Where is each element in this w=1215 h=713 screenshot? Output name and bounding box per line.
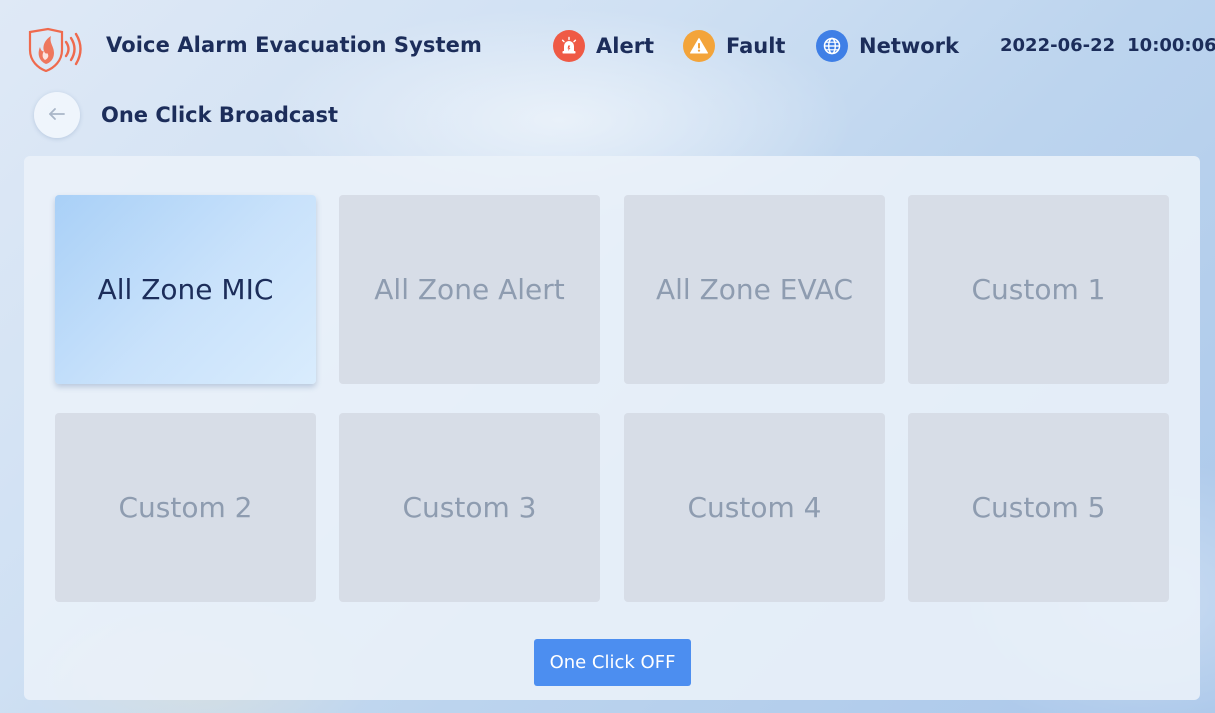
date-label: 2022-06-22 xyxy=(1000,35,1116,56)
app-title: Voice Alarm Evacuation System xyxy=(106,33,482,57)
time-label: 10:00:06 xyxy=(1127,35,1215,56)
status-fault-label: Fault xyxy=(726,34,786,58)
tile-all-zone-mic[interactable]: All Zone MIC xyxy=(55,195,316,384)
arrow-left-icon xyxy=(48,106,66,125)
status-alert-label: Alert xyxy=(596,34,655,58)
top-bar: Voice Alarm Evacuation System Alert Faul… xyxy=(0,0,1215,94)
tile-all-zone-alert[interactable]: All Zone Alert xyxy=(339,195,600,384)
fire-sound-logo-icon xyxy=(26,26,86,73)
tile-custom-3[interactable]: Custom 3 xyxy=(339,413,600,602)
tile-custom-1[interactable]: Custom 1 xyxy=(908,195,1169,384)
page-title: One Click Broadcast xyxy=(101,103,339,127)
one-click-off-button[interactable]: One Click OFF xyxy=(534,639,691,686)
tile-custom-2[interactable]: Custom 2 xyxy=(55,413,316,602)
datetime: 2022-06-22 10:00:06 xyxy=(1000,35,1215,56)
back-button[interactable] xyxy=(34,92,80,138)
status-network-label: Network xyxy=(859,34,960,58)
status-fault[interactable]: Fault xyxy=(683,30,785,62)
status-network[interactable]: Network xyxy=(816,30,959,62)
broadcast-panel: All Zone MIC All Zone Alert All Zone EVA… xyxy=(24,156,1200,700)
status-alert[interactable]: Alert xyxy=(553,30,654,62)
tile-custom-5[interactable]: Custom 5 xyxy=(908,413,1169,602)
warning-triangle-icon xyxy=(683,30,715,62)
tile-custom-4[interactable]: Custom 4 xyxy=(624,413,885,602)
siren-icon xyxy=(553,30,585,62)
tile-all-zone-evac[interactable]: All Zone EVAC xyxy=(624,195,885,384)
globe-icon xyxy=(816,30,848,62)
